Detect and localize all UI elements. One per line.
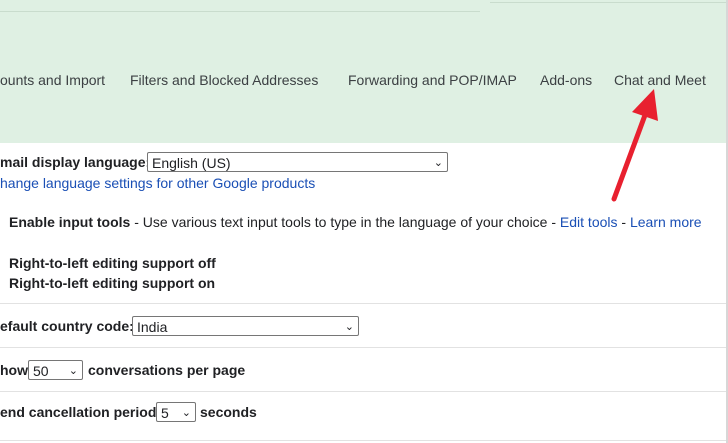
- page-size-suffix: conversations per page: [88, 362, 246, 378]
- input-tools-row: Enable input tools - Use various text in…: [9, 214, 702, 230]
- tab-add-ons[interactable]: Add-ons: [540, 72, 592, 88]
- chevron-down-icon: ⌄: [181, 407, 191, 419]
- divider: [490, 2, 728, 3]
- display-language-label: mail display language:: [0, 154, 151, 170]
- country-code-value: India: [137, 319, 168, 335]
- learn-more-link[interactable]: Learn more: [630, 214, 702, 230]
- annotation-arrow-icon: [611, 89, 658, 202]
- input-tools-label: Enable input tools: [9, 214, 131, 230]
- tab-accounts-and-import[interactable]: ounts and Import: [0, 72, 105, 88]
- undo-send-label: end cancellation period:: [0, 404, 162, 420]
- edit-tools-link[interactable]: Edit tools: [560, 214, 618, 230]
- chevron-down-icon: ⌄: [68, 365, 78, 377]
- divider: [0, 11, 480, 12]
- page-size-select[interactable]: 50 ⌄: [28, 360, 83, 380]
- undo-send-select[interactable]: 5 ⌄: [156, 402, 196, 422]
- input-tools-description: - Use various text input tools to type i…: [130, 214, 560, 230]
- rtl-on-option[interactable]: Right-to-left editing support on: [9, 275, 215, 291]
- change-language-link[interactable]: hange language settings for other Google…: [0, 175, 315, 191]
- divider: [0, 347, 726, 348]
- tab-forwarding-and-pop-imap[interactable]: Forwarding and POP/IMAP: [348, 72, 517, 88]
- divider: [0, 391, 726, 392]
- tab-filters-and-blocked-addresses[interactable]: Filters and Blocked Addresses: [130, 72, 318, 88]
- divider: [0, 440, 726, 441]
- chevron-down-icon: ⌄: [433, 157, 443, 169]
- display-language-select[interactable]: English (US) ⌄: [147, 152, 448, 172]
- country-code-label: efault country code:: [0, 318, 134, 334]
- page-size-value: 50: [33, 363, 49, 379]
- undo-send-suffix: seconds: [200, 404, 257, 420]
- rtl-off-option[interactable]: Right-to-left editing support off: [9, 255, 216, 271]
- page-size-prefix: how: [0, 362, 28, 378]
- divider: [0, 303, 726, 304]
- chevron-down-icon: ⌄: [344, 321, 354, 333]
- display-language-value: English (US): [152, 155, 231, 171]
- country-code-select[interactable]: India ⌄: [132, 316, 359, 336]
- separator-text: -: [617, 214, 630, 230]
- undo-send-value: 5: [161, 405, 169, 421]
